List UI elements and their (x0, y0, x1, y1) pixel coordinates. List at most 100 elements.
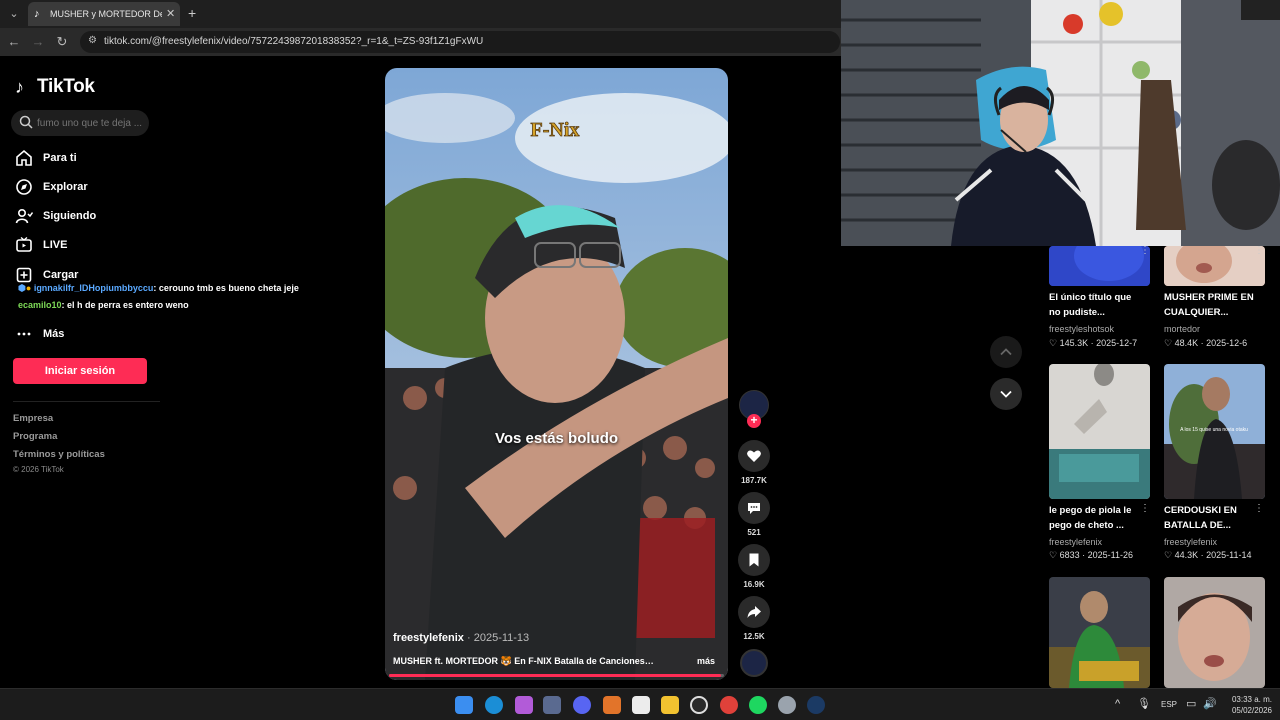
url-text: tiktok.com/@freestylefenix/video/7572243… (104, 36, 484, 47)
time-text: 03:33 a. m. (1231, 695, 1272, 704)
nav-label: Para ti (43, 152, 77, 164)
share-icon (747, 606, 761, 618)
nav-siguiendo[interactable]: Siguiendo (15, 207, 96, 225)
search-box[interactable] (11, 110, 149, 136)
card-author[interactable]: freestyleshotsok (1049, 324, 1114, 334)
footer-link-programa[interactable]: Programa (13, 431, 57, 442)
video-thumbnail[interactable]: A los 15 quise una novia otaku (1164, 364, 1265, 499)
url-field[interactable]: ⚙ tiktok.com/@freestylefenix/video/75722… (80, 31, 840, 53)
nav-para-ti[interactable]: Para ti (15, 149, 77, 167)
chevron-up-icon (1000, 348, 1012, 356)
home-icon (16, 149, 32, 166)
card-date: 2025-11-26 (1087, 550, 1133, 560)
live-icon (16, 236, 32, 252)
heart-outline-icon: ♡ (1164, 550, 1173, 560)
progress-fill (389, 674, 721, 677)
video-description: MUSHER ft. MORTEDOR 🐯 En F-NIX Batalla d… (393, 656, 655, 666)
card-author[interactable]: freestylefenix (1164, 537, 1217, 547)
card-title[interactable]: le pego de piola le pego de cheto ... (1049, 503, 1145, 533)
search-input[interactable] (37, 115, 145, 131)
login-button[interactable]: Iniciar sesión (13, 358, 147, 384)
thumbnail-image (1049, 364, 1150, 499)
chat-badge-icon: ⬢ (18, 283, 26, 293)
chat-message: ecamilo10: el h de perra es entero weno (18, 300, 189, 310)
save-button[interactable] (738, 544, 770, 576)
steam-icon[interactable] (807, 696, 825, 714)
volume-icon[interactable]: 🔊 (1203, 697, 1217, 710)
nav-explorar[interactable]: Explorar (15, 178, 88, 196)
video-thumbnail[interactable] (1049, 246, 1150, 286)
site-info-icon[interactable]: ⚙ (88, 35, 97, 46)
clock[interactable]: 03:33 a. m. 05/02/2026 (1224, 694, 1272, 716)
follow-plus-icon[interactable]: + (747, 414, 761, 428)
share-button[interactable] (738, 596, 770, 628)
card-stats: ♡ 44.3K · 2025-11-14 (1164, 550, 1252, 560)
tab-list-icon[interactable]: ⌄ (6, 6, 22, 22)
video-date: · 2025-11-13 (467, 632, 530, 644)
music-disc-icon[interactable] (740, 649, 768, 677)
nav-mas[interactable]: Más (15, 325, 64, 343)
tab-title: MUSHER y MORTEDOR Desluml (50, 9, 162, 19)
back-icon[interactable]: ← (6, 34, 22, 50)
copilot-icon[interactable] (515, 696, 533, 714)
previous-video-button[interactable] (990, 336, 1022, 368)
settings-icon[interactable] (778, 696, 796, 714)
like-button[interactable] (738, 440, 770, 472)
file-icon[interactable] (632, 696, 650, 714)
video-thumbnail[interactable] (1049, 364, 1150, 499)
edge-icon[interactable] (485, 696, 503, 714)
forward-icon[interactable]: → (30, 34, 46, 50)
heart-icon (747, 450, 761, 462)
nav-cargar[interactable]: Cargar (15, 266, 78, 284)
tiktok-favicon-icon: ♪ (34, 8, 40, 20)
language-indicator[interactable]: ESP (1161, 700, 1177, 709)
reload-icon[interactable]: ↻ (54, 34, 70, 50)
card-title[interactable]: MUSHER PRIME EN CUALQUIER... (1164, 290, 1260, 320)
comment-count: 521 (747, 528, 761, 537)
video-player[interactable]: F-Nix Vos estás boludo freestylefenix · … (385, 68, 728, 680)
card-title[interactable]: El único título que no pudiste... (1049, 290, 1145, 320)
video-thumbnail[interactable] (1164, 246, 1265, 286)
chat-text: : el h de perra es entero weno (61, 300, 189, 310)
chevron-up-icon[interactable]: ^ (1115, 698, 1120, 710)
network-icon[interactable]: ▭ (1186, 697, 1196, 710)
obs-icon[interactable] (690, 696, 708, 714)
folder-icon[interactable] (661, 696, 679, 714)
spotify-icon[interactable] (749, 696, 767, 714)
next-video-button[interactable] (990, 378, 1022, 410)
thumbnail-image (1164, 577, 1265, 688)
nav-live[interactable]: LIVE (15, 236, 67, 254)
chat-username: ecamilo10 (18, 300, 62, 310)
close-tab-icon[interactable]: ✕ (166, 7, 175, 21)
more-button[interactable]: más (697, 656, 715, 666)
fl-studio-icon[interactable] (603, 696, 621, 714)
microphone-icon[interactable]: 🎙 (1137, 697, 1151, 710)
video-thumbnail[interactable] (1164, 577, 1265, 688)
thumbnail-image (1049, 246, 1150, 286)
discord-icon[interactable] (573, 696, 591, 714)
like-count: 187.7K (741, 476, 767, 485)
tiktok-logo[interactable]: ♪ TikTok (15, 76, 95, 98)
card-stats: ♡ 145.3K · 2025-12-7 (1049, 338, 1138, 348)
card-author[interactable]: mortedor (1164, 324, 1200, 334)
comment-button[interactable] (738, 492, 770, 524)
footer-link-terminos[interactable]: Términos y políticas (13, 449, 105, 460)
bookmark-icon (749, 553, 759, 567)
card-menu-icon[interactable]: ⋮ (1140, 245, 1150, 256)
chrome-icon[interactable] (720, 696, 738, 714)
browser-tab[interactable]: ♪ MUSHER y MORTEDOR Desluml ✕ (28, 2, 180, 26)
new-tab-icon[interactable]: + (188, 5, 196, 21)
thumbnail-image (1164, 246, 1265, 286)
video-author-line[interactable]: freestylefenix · 2025-11-13 (393, 632, 529, 644)
heart-outline-icon: ♡ (1164, 338, 1173, 348)
start-icon[interactable] (455, 696, 473, 714)
app-icon[interactable] (543, 696, 561, 714)
footer-link-empresa[interactable]: Empresa (13, 413, 53, 424)
card-title[interactable]: CERDOUSKI EN BATALLA DE... (1164, 503, 1260, 533)
video-thumbnail[interactable] (1049, 577, 1150, 688)
video-progress-bar[interactable] (389, 674, 724, 677)
video-author[interactable]: freestylefenix (393, 632, 464, 644)
nav-label: Siguiendo (43, 210, 97, 222)
card-author[interactable]: freestylefenix (1049, 537, 1102, 547)
card-menu-icon[interactable]: ⋮ (1254, 245, 1264, 256)
